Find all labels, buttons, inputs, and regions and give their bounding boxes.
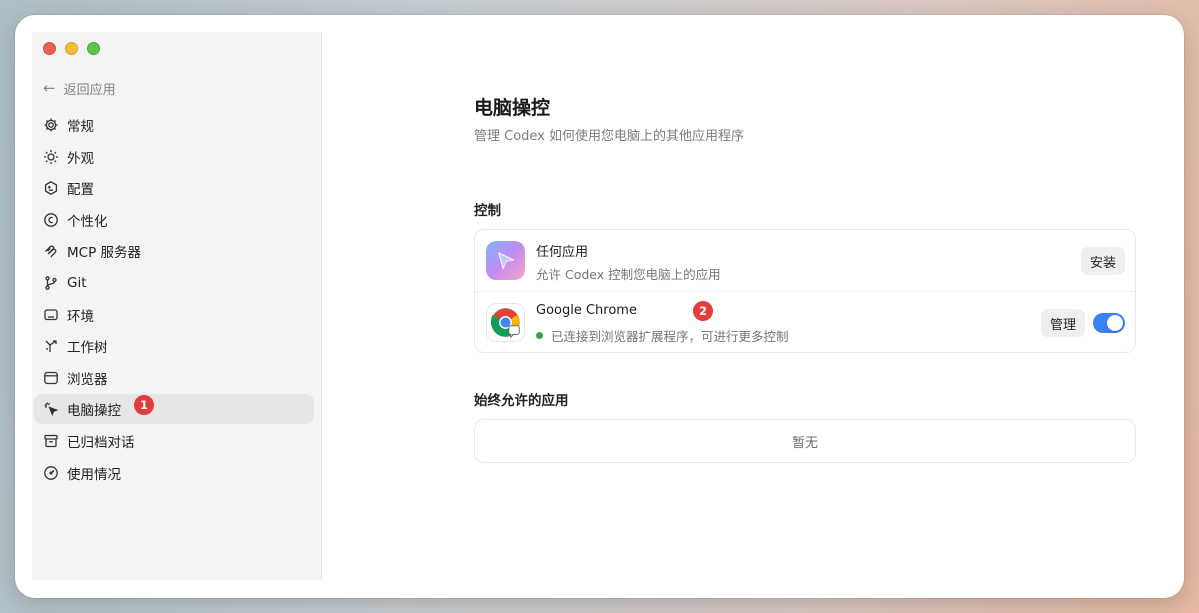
browser-icon <box>43 370 59 386</box>
sidebar-item-general[interactable]: 常规 <box>34 110 314 140</box>
install-button[interactable]: 安装 <box>1080 247 1125 275</box>
close-window-button[interactable] <box>43 42 56 55</box>
sidebar-item-config[interactable]: 配置 <box>34 173 314 203</box>
app-name: Google Chrome <box>536 303 637 318</box>
allowed-apps-empty-state: 暂无 <box>474 419 1136 463</box>
sun-icon <box>43 149 59 165</box>
back-label: 返回应用 <box>63 83 116 98</box>
app-name: 任何应用 <box>536 245 589 260</box>
sidebar-item-git[interactable]: Git <box>34 268 314 298</box>
cursor-click-icon <box>43 401 59 417</box>
sidebar-item-environment[interactable]: 环境 <box>34 300 314 330</box>
mcp-icon <box>43 243 59 259</box>
annotation-badge-2: 2 <box>693 301 713 321</box>
control-section-title: 控制 <box>474 203 501 219</box>
personalize-icon <box>43 212 59 228</box>
worktree-icon <box>43 338 59 354</box>
sidebar-item-label: 个性化 <box>67 213 108 230</box>
sidebar-item-label: 外观 <box>67 150 94 167</box>
manage-button[interactable]: 管理 <box>1040 309 1085 337</box>
sidebar-item-label: MCP 服务器 <box>67 245 142 262</box>
gauge-icon <box>43 465 59 481</box>
page-subtitle: 管理 Codex 如何使用您电脑上的其他应用程序 <box>474 129 745 144</box>
annotation-badge-1: 1 <box>134 395 154 415</box>
back-to-app-link[interactable]: ← 返回应用 <box>43 79 116 99</box>
app-description: 允许 Codex 控制您电脑上的应用 <box>536 264 721 283</box>
sidebar-item-label: 配置 <box>67 182 94 199</box>
face-config-icon <box>43 180 59 196</box>
sidebar-item-personalize[interactable]: 个性化 <box>34 205 314 235</box>
app-description: 已连接到浏览器扩展程序，可进行更多控制 <box>536 326 789 345</box>
chrome-icon <box>486 303 525 342</box>
app-row-any-app: 任何应用 允许 Codex 控制您电脑上的应用 安装 <box>475 230 1135 291</box>
sidebar-item-browser[interactable]: 浏览器 <box>34 363 314 393</box>
sidebar-item-label: 已归档对话 <box>67 434 135 451</box>
sidebar-item-label: 环境 <box>67 308 94 325</box>
sidebar-item-label: 浏览器 <box>67 371 108 388</box>
allowed-apps-section-title: 始终允许的应用 <box>474 393 569 409</box>
any-app-icon <box>486 241 525 280</box>
sidebar-item-label: 电脑操控 <box>67 403 121 420</box>
gear-icon <box>43 117 59 133</box>
laptop-icon <box>43 307 59 323</box>
sidebar-item-label: Git <box>67 274 87 291</box>
sidebar-item-computer-control[interactable]: 电脑操控 <box>34 394 314 425</box>
settings-window: ← 返回应用 常规 外观 配置 个性化 MCP 服务器 Git 环境 工作树 浏… <box>15 15 1184 598</box>
app-description-text: 允许 Codex 控制您电脑上的应用 <box>536 267 721 282</box>
sidebar-item-archived-chats[interactable]: 已归档对话 <box>34 426 314 456</box>
sidebar-item-label: 常规 <box>67 119 94 135</box>
window-controls <box>43 42 100 55</box>
app-row-google-chrome: Google Chrome 已连接到浏览器扩展程序，可进行更多控制 管理 2 <box>475 291 1135 352</box>
control-apps-card: 任何应用 允许 Codex 控制您电脑上的应用 安装 Google Chrome… <box>474 229 1136 353</box>
minimize-window-button[interactable] <box>65 42 78 55</box>
sidebar-item-label: 工作树 <box>67 340 108 357</box>
sidebar-item-mcp-servers[interactable]: MCP 服务器 <box>34 236 314 266</box>
empty-state-text: 暂无 <box>791 435 818 451</box>
page-title: 电脑操控 <box>474 97 551 119</box>
app-description-text: 已连接到浏览器扩展程序，可进行更多控制 <box>551 329 789 344</box>
sidebar-item-usage[interactable]: 使用情况 <box>34 458 314 488</box>
chrome-enabled-toggle[interactable] <box>1093 313 1125 333</box>
connected-status-dot <box>536 332 543 339</box>
sidebar-item-appearance[interactable]: 外观 <box>34 142 314 172</box>
settings-nav: 常规 外观 配置 个性化 MCP 服务器 Git 环境 工作树 浏览器 电脑操控… <box>34 110 314 489</box>
sidebar-item-worktree[interactable]: 工作树 <box>34 331 314 361</box>
zoom-window-button[interactable] <box>87 42 100 55</box>
toggle-knob <box>1107 315 1123 331</box>
arrow-left-icon: ← <box>43 79 56 97</box>
git-branch-icon <box>43 275 59 291</box>
archive-icon <box>43 433 59 449</box>
sidebar-item-label: 使用情况 <box>67 466 121 483</box>
